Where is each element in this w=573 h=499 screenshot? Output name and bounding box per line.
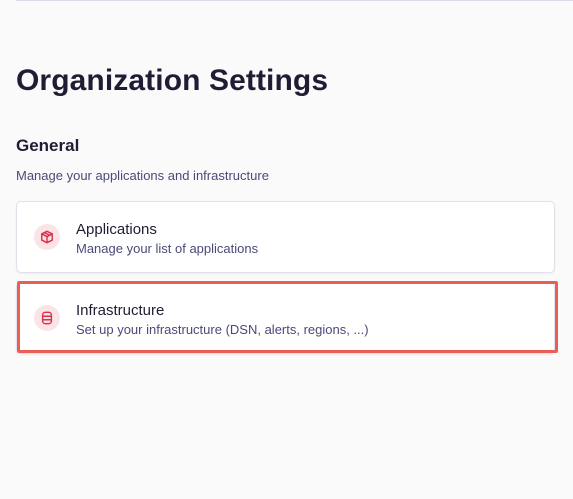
database-icon xyxy=(34,305,60,331)
cube-icon xyxy=(34,224,60,250)
top-divider xyxy=(16,0,573,1)
settings-page: Organization Settings General Manage you… xyxy=(0,0,573,499)
infrastructure-card[interactable]: Infrastructure Set up your infrastructur… xyxy=(16,282,555,354)
page-title: Organization Settings xyxy=(16,64,329,97)
section-title: General xyxy=(16,136,80,155)
infrastructure-card-title: Infrastructure xyxy=(76,302,165,319)
section-description: Manage your applications and infrastruct… xyxy=(16,168,269,183)
applications-card[interactable]: Applications Manage your list of applica… xyxy=(16,201,555,273)
applications-card-description: Manage your list of applications xyxy=(76,241,259,256)
infrastructure-card-description: Set up your infrastructure (DSN, alerts,… xyxy=(76,322,369,337)
applications-card-title: Applications xyxy=(76,221,157,238)
